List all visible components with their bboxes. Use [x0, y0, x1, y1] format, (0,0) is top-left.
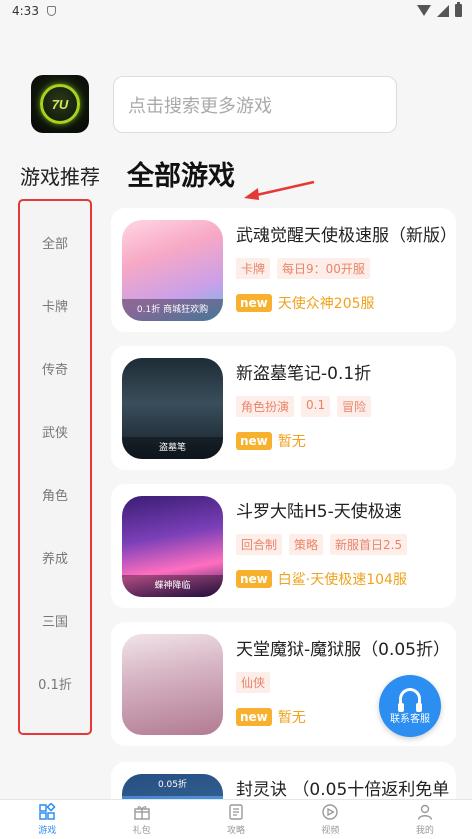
signal-icon	[437, 4, 449, 17]
game-tag: 策略	[289, 534, 324, 555]
game-title: 封灵诀 （0.05十倍返利免单	[236, 780, 450, 799]
annotation-arrow-icon	[244, 180, 315, 200]
game-server: 暂无	[277, 434, 306, 450]
thumb-caption: 0.1折 商城狂欢购	[122, 299, 223, 321]
game-server-row: new 暂无	[236, 707, 306, 727]
category-item-three-kingdoms[interactable]: 三国	[20, 611, 90, 630]
tab-guides[interactable]: 攻略	[189, 800, 283, 839]
game-server-row: new 暂无	[236, 431, 306, 451]
game-title: 新盗墓笔记-0.1折	[236, 364, 372, 384]
tab-games[interactable]: 游戏	[0, 800, 94, 839]
tab-label: 游戏	[38, 826, 57, 836]
game-thumbnail: 盗墓笔	[122, 358, 223, 459]
category-item-all[interactable]: 全部	[20, 233, 90, 252]
game-tags: 仙侠	[236, 672, 271, 693]
category-item-discount[interactable]: 0.1折	[20, 674, 90, 693]
tab-gifts[interactable]: 礼包	[94, 800, 188, 839]
tab-all-games[interactable]: 全部游戏	[127, 154, 235, 193]
new-badge: new	[236, 570, 272, 588]
game-title: 斗罗大陆H5-天使极速	[236, 502, 402, 522]
battery-icon	[455, 2, 462, 17]
game-tags: 角色扮演 0.1 冒险	[236, 396, 372, 417]
category-item-role[interactable]: 角色	[20, 485, 90, 504]
game-server-row: new 天使众神205服	[236, 293, 375, 313]
game-tag: 冒险	[337, 396, 372, 417]
category-sidebar: 全部 卡牌 传奇 武侠 角色 养成 三国 0.1折	[18, 199, 92, 735]
game-server: 天使众神205服	[277, 296, 375, 312]
category-item-legend[interactable]: 传奇	[20, 359, 90, 378]
game-thumbnail	[122, 634, 223, 735]
game-title: 武魂觉醒天使极速服（新版）	[236, 226, 456, 246]
thumb-caption: 蝶神降临	[122, 575, 223, 597]
game-thumbnail: 蝶神降临	[122, 496, 223, 597]
game-server-row: new 白鲨·天使极速104服	[236, 569, 407, 589]
customer-service-label: 联系客服	[390, 713, 430, 725]
gift-icon	[133, 806, 150, 820]
app-logo[interactable]: 7U	[31, 75, 89, 133]
tab-label: 我的	[415, 826, 434, 836]
security-shield-icon	[46, 6, 56, 16]
game-tag: 新服首日2.5	[330, 534, 408, 555]
game-card[interactable]: 盗墓笔 新盗墓笔记-0.1折 角色扮演 0.1 冒险 new 暂无	[111, 346, 456, 470]
game-thumbnail: 0.1折 商城狂欢购	[122, 220, 223, 321]
bottom-tab-bar: 游戏 礼包 攻略 视频 我的	[0, 799, 472, 839]
game-card[interactable]: 0.1折 商城狂欢购 武魂觉醒天使极速服（新版） 卡牌 每日9：00开服 new…	[111, 208, 456, 332]
wifi-icon	[417, 5, 431, 16]
category-item-card[interactable]: 卡牌	[20, 296, 90, 315]
new-badge: new	[236, 432, 272, 450]
tab-game-recommend[interactable]: 游戏推荐	[20, 161, 100, 190]
status-bar: 4:33	[0, 0, 472, 22]
search-placeholder: 点击搜索更多游戏	[128, 95, 272, 117]
category-item-wuxia[interactable]: 武侠	[20, 422, 90, 441]
game-tag: 每日9：00开服	[277, 258, 370, 279]
search-input[interactable]: 点击搜索更多游戏	[113, 76, 397, 133]
game-tag: 仙侠	[236, 672, 271, 693]
game-tags: 卡牌 每日9：00开服	[236, 258, 370, 279]
game-tag: 卡牌	[236, 258, 271, 279]
game-tag: 0.1	[301, 396, 331, 417]
tab-label: 视频	[321, 826, 340, 836]
thumb-caption: 盗墓笔	[122, 437, 223, 459]
game-tag: 回合制	[236, 534, 283, 555]
game-tag: 角色扮演	[236, 396, 295, 417]
game-server: 白鲨·天使极速104服	[277, 572, 407, 588]
category-item-raise[interactable]: 养成	[20, 548, 90, 567]
game-tags: 回合制 策略 新服首日2.5	[236, 534, 408, 555]
game-icon	[39, 803, 56, 820]
tab-label: 攻略	[227, 826, 246, 836]
tab-videos[interactable]: 视频	[283, 800, 377, 839]
headset-icon	[398, 687, 422, 712]
game-card[interactable]: 蝶神降临 斗罗大陆H5-天使极速 回合制 策略 新服首日2.5 new 白鲨·天…	[111, 484, 456, 608]
guide-icon	[229, 804, 243, 820]
game-card[interactable]: 0.05折 封灵诀 （0.05十倍返利免单	[111, 762, 456, 799]
tab-profile[interactable]: 我的	[378, 800, 472, 839]
game-title: 天堂魔狱-魔狱服（0.05折）	[236, 640, 450, 660]
new-badge: new	[236, 294, 272, 312]
status-icons	[417, 2, 462, 17]
tab-label: 礼包	[132, 826, 151, 836]
new-badge: new	[236, 708, 272, 726]
logo-ring-icon: 7U	[40, 84, 80, 124]
video-icon	[322, 804, 339, 820]
game-server: 暂无	[277, 710, 306, 726]
game-thumbnail: 0.05折	[122, 774, 223, 799]
customer-service-button[interactable]: 联系客服	[379, 675, 441, 737]
status-time: 4:33	[12, 4, 39, 18]
profile-icon	[417, 804, 433, 820]
thumb-caption: 0.05折	[122, 774, 223, 796]
